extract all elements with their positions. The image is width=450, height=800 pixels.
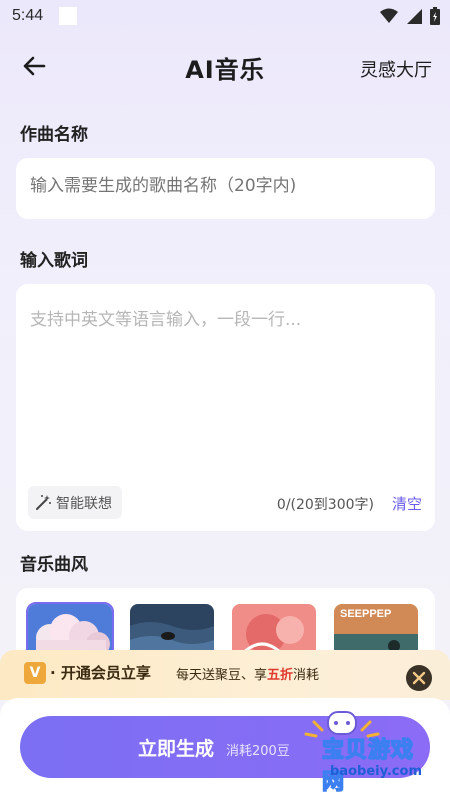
vip-sub-highlight: 五折	[267, 668, 294, 683]
signal-icon	[407, 9, 422, 24]
close-icon	[412, 671, 426, 685]
smart-assist-label: 智能联想	[56, 495, 112, 512]
vip-banner-main: · 开通会员立享	[50, 664, 151, 682]
inspiration-hall-link[interactable]: 灵感大厅	[360, 56, 432, 82]
lyrics-placeholder: 支持中英文等语言输入，一段一行...	[30, 310, 302, 330]
song-name-label: 作曲名称	[20, 125, 88, 145]
app-bar: AI音乐 灵感大厅	[0, 40, 450, 92]
notification-icon	[59, 7, 78, 25]
banner-close-button[interactable]	[406, 665, 432, 691]
status-icons	[380, 7, 440, 25]
smart-assist-button[interactable]: 智能联想	[28, 486, 122, 519]
seeppy-cover-text: SEEPPEP	[340, 608, 392, 620]
clear-button[interactable]: 清空	[392, 493, 422, 514]
vip-sub-prefix: 每天送聚豆、享	[176, 668, 268, 683]
battery-icon	[430, 7, 440, 25]
generate-label: 立即生成	[138, 738, 215, 760]
vip-sub-suffix: 消耗	[293, 668, 320, 683]
char-counter: 0/(20到300字)	[276, 497, 374, 513]
vip-badge-icon: V	[24, 662, 46, 684]
status-bar: 5:44	[0, 0, 450, 32]
song-name-input[interactable]	[30, 176, 420, 196]
vip-banner-sub: 每天送聚豆、享五折消耗	[176, 664, 319, 683]
lyrics-label: 输入歌词	[20, 251, 88, 271]
wifi-icon	[380, 8, 398, 23]
status-time: 5:44	[12, 7, 44, 24]
generate-cost: 消耗200豆	[226, 744, 290, 759]
watermark: 宝贝游戏网 baobeiy.com	[286, 708, 436, 796]
magic-wand-icon	[36, 494, 51, 510]
watermark-url: baobeiy.com	[330, 764, 422, 779]
vip-banner[interactable]: V · 开通会员立享 每天送聚豆、享五折消耗	[0, 650, 450, 700]
music-style-label: 音乐曲风	[20, 555, 88, 575]
